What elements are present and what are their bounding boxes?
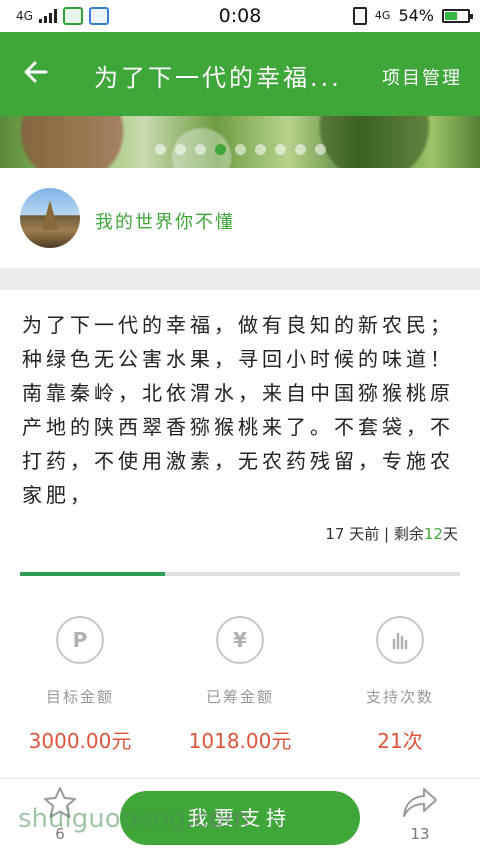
stat-value: 1018.00元	[188, 729, 292, 753]
stat-target: P 目标金额 3000.00元	[0, 610, 160, 770]
stat-value: 3000.00元	[28, 729, 132, 753]
vibrate-icon	[352, 6, 367, 25]
remaining-prefix: 剩余	[393, 525, 424, 543]
stat-label: 已筹金额	[205, 688, 274, 706]
remaining-days: 12	[423, 525, 443, 543]
share-count: 13	[410, 825, 430, 843]
stat-label: 支持次数	[365, 688, 434, 706]
funding-progress-bar	[20, 572, 460, 576]
carousel-dot[interactable]	[154, 144, 166, 155]
raised-amount-icon: ¥	[216, 616, 264, 664]
bar-chart-icon	[376, 616, 424, 664]
meta-separator: |	[384, 525, 390, 543]
stat-label: 目标金额	[45, 688, 114, 706]
posted-time: 17 天前	[325, 525, 380, 543]
carousel-dot[interactable]	[314, 144, 326, 155]
carousel-dot[interactable]	[174, 144, 186, 155]
back-arrow-icon	[24, 61, 48, 83]
stat-raised: ¥ 已筹金额 1018.00元	[160, 610, 320, 770]
carousel-dot[interactable]	[194, 144, 206, 155]
battery-icon	[442, 8, 473, 23]
stat-supports: 支持次数 21次	[320, 610, 480, 770]
project-manage-button[interactable]: 项目管理	[382, 64, 462, 90]
watermark-suffix: .com	[186, 804, 250, 834]
banner-image	[0, 116, 480, 168]
target-amount-icon: P	[56, 616, 104, 664]
watermark-text: shuiguobang	[18, 804, 187, 834]
watermark: shuiguobang.com	[18, 804, 250, 834]
share-button[interactable]: 13	[398, 785, 442, 843]
project-description: 为了下一代的幸福，做有良知的新农民；种绿色无公害水果，寻回小时候的味道！南靠秦岭…	[22, 313, 454, 507]
carousel-dot[interactable]	[294, 144, 306, 155]
progress-fill	[20, 572, 166, 576]
time-meta: 17 天前 | 剩余12天	[325, 523, 458, 544]
carousel-dot[interactable]	[274, 144, 286, 155]
carousel-dot[interactable]	[234, 144, 246, 155]
page-title: 为了下一代的幸福...	[94, 64, 342, 92]
carousel-dots	[0, 144, 480, 155]
section-divider	[0, 268, 480, 290]
stats-row: P 目标金额 3000.00元 ¥ 已筹金额 1018.00元 支持次数 21次	[0, 610, 480, 770]
battery-percent: 54%	[398, 6, 434, 25]
carousel-dot[interactable]	[214, 144, 226, 155]
status-right: 4G 54%	[352, 6, 473, 25]
banner-carousel[interactable]	[0, 116, 480, 168]
back-button[interactable]	[22, 58, 62, 90]
carousel-dot[interactable]	[254, 144, 266, 155]
avatar[interactable]	[20, 188, 80, 248]
network-type-right: 4G	[374, 8, 391, 22]
nav-bar: 为了下一代的幸福... 项目管理	[0, 32, 480, 116]
share-icon	[403, 788, 437, 817]
author-name[interactable]: 我的世界你不懂	[95, 208, 235, 234]
author-row[interactable]: 我的世界你不懂	[0, 168, 480, 268]
remaining-suffix: 天	[442, 525, 458, 543]
status-bar: 4G 0:08 4G 54%	[0, 0, 480, 32]
stat-value: 21次	[377, 729, 423, 753]
